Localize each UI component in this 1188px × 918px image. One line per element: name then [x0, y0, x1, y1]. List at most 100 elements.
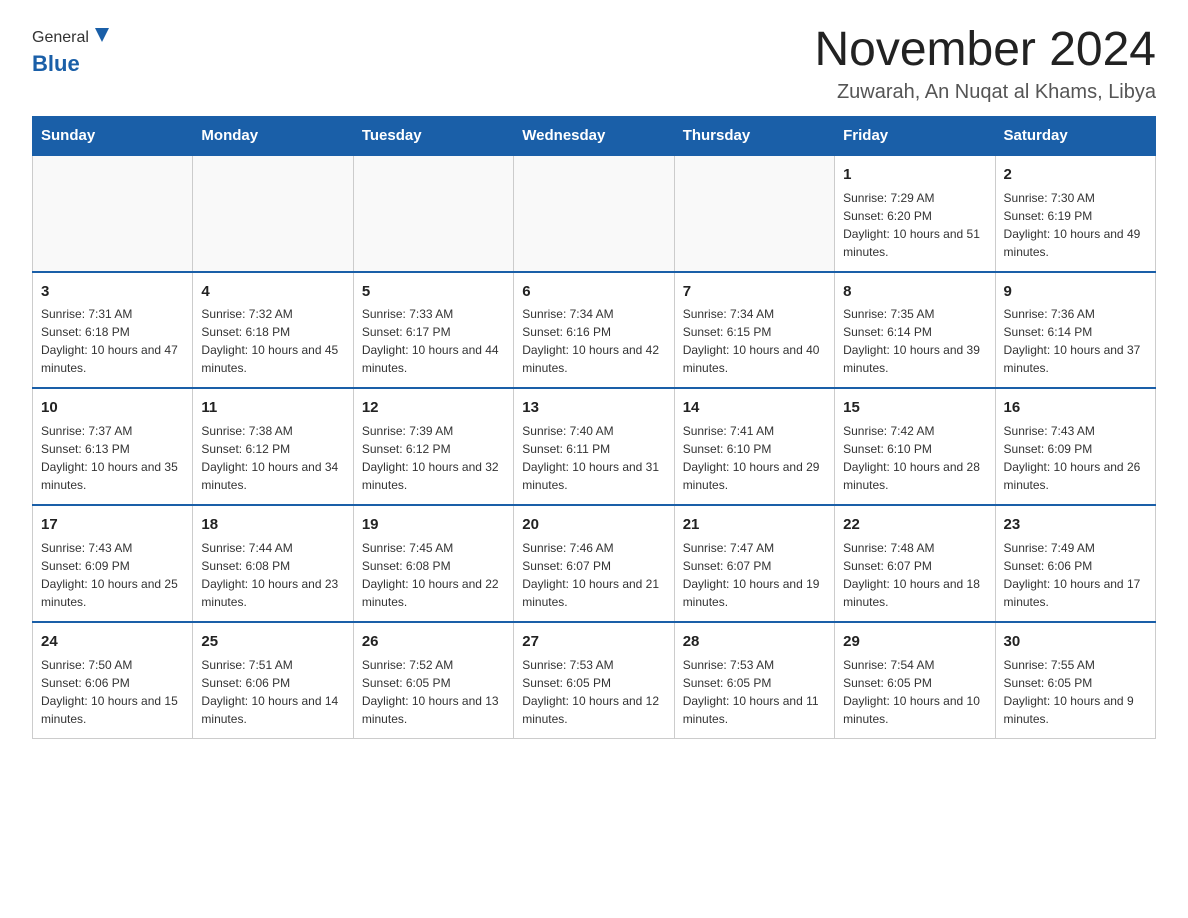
logo-general-text: General: [32, 29, 89, 47]
day-number: 9: [1004, 281, 1147, 303]
day-info: Sunrise: 7:29 AMSunset: 6:20 PMDaylight:…: [843, 189, 986, 261]
location-title: Zuwarah, An Nuqat al Khams, Libya: [814, 81, 1156, 104]
calendar-cell: 15Sunrise: 7:42 AMSunset: 6:10 PMDayligh…: [835, 388, 995, 505]
calendar-cell: 22Sunrise: 7:48 AMSunset: 6:07 PMDayligh…: [835, 505, 995, 622]
calendar-cell: 9Sunrise: 7:36 AMSunset: 6:14 PMDaylight…: [995, 272, 1155, 389]
weekday-header-tuesday: Tuesday: [353, 116, 513, 155]
day-info: Sunrise: 7:50 AMSunset: 6:06 PMDaylight:…: [41, 656, 184, 728]
calendar-cell: 2Sunrise: 7:30 AMSunset: 6:19 PMDaylight…: [995, 155, 1155, 272]
day-info: Sunrise: 7:41 AMSunset: 6:10 PMDaylight:…: [683, 422, 826, 494]
day-number: 10: [41, 397, 184, 419]
calendar-cell: 19 Sunrise: 7:45 AMSunset: 6:08 PMDayligh…: [353, 505, 513, 622]
day-number: 27: [522, 631, 665, 653]
day-info: Sunrise: 7:34 AMSunset: 6:15 PMDaylight:…: [683, 305, 826, 377]
day-info: Sunrise: 7:43 AMSunset: 6:09 PMDaylight:…: [1004, 422, 1147, 494]
calendar-cell: 28 Sunrise: 7:53 AMSunset: 6:05 PMDayligh…: [674, 622, 834, 738]
calendar-cell: 16Sunrise: 7:43 AMSunset: 6:09 PMDayligh…: [995, 388, 1155, 505]
day-number: 5: [362, 281, 505, 303]
day-number: 2: [1004, 164, 1147, 186]
calendar-cell: [674, 155, 834, 272]
calendar-week-2: 3Sunrise: 7:31 AMSunset: 6:18 PMDaylight…: [33, 272, 1156, 389]
calendar-cell: 17 Sunrise: 7:43 AMSunset: 6:09 PMDayligh…: [33, 505, 193, 622]
calendar-cell: 30 Sunrise: 7:55 AMSunset: 6:05 PMDayligh…: [995, 622, 1155, 738]
day-info: Sunrise: 7:37 AMSunset: 6:13 PMDaylight:…: [41, 422, 184, 494]
day-info: Sunrise: 7:54 AMSunset: 6:05 PMDaylight:…: [843, 656, 986, 728]
weekday-header-monday: Monday: [193, 116, 353, 155]
day-info: Sunrise: 7:39 AMSunset: 6:12 PMDaylight:…: [362, 422, 505, 494]
calendar-cell: 21 Sunrise: 7:47 AMSunset: 6:07 PMDayligh…: [674, 505, 834, 622]
day-number: 6: [522, 281, 665, 303]
calendar-cell: [193, 155, 353, 272]
day-number: 24: [41, 631, 184, 653]
day-info: Sunrise: 7:33 AMSunset: 6:17 PMDaylight:…: [362, 305, 505, 377]
day-info: Sunrise: 7:40 AMSunset: 6:11 PMDaylight:…: [522, 422, 665, 494]
calendar-cell: 6Sunrise: 7:34 AMSunset: 6:16 PMDaylight…: [514, 272, 674, 389]
logo: General Blue: [32, 24, 113, 77]
calendar-cell: 20 Sunrise: 7:46 AMSunset: 6:07 PMDayligh…: [514, 505, 674, 622]
title-section: November 2024 Zuwarah, An Nuqat al Khams…: [814, 24, 1156, 104]
day-number: 8: [843, 281, 986, 303]
day-info: Sunrise: 7:43 AMSunset: 6:09 PMDaylight:…: [41, 539, 184, 611]
day-info: Sunrise: 7:44 AMSunset: 6:08 PMDaylight:…: [201, 539, 344, 611]
calendar-cell: [33, 155, 193, 272]
day-info: Sunrise: 7:53 AMSunset: 6:05 PMDaylight:…: [522, 656, 665, 728]
day-number: 29: [843, 631, 986, 653]
day-info: Sunrise: 7:51 AMSunset: 6:06 PMDaylight:…: [201, 656, 344, 728]
day-info: Sunrise: 7:34 AMSunset: 6:16 PMDaylight:…: [522, 305, 665, 377]
day-number: 21: [683, 514, 826, 536]
calendar-cell: 8Sunrise: 7:35 AMSunset: 6:14 PMDaylight…: [835, 272, 995, 389]
day-number: 15: [843, 397, 986, 419]
day-info: Sunrise: 7:47 AMSunset: 6:07 PMDaylight:…: [683, 539, 826, 611]
calendar-cell: 11Sunrise: 7:38 AMSunset: 6:12 PMDayligh…: [193, 388, 353, 505]
day-info: Sunrise: 7:52 AMSunset: 6:05 PMDaylight:…: [362, 656, 505, 728]
day-number: 14: [683, 397, 826, 419]
day-number: 1: [843, 164, 986, 186]
calendar-cell: 4Sunrise: 7:32 AMSunset: 6:18 PMDaylight…: [193, 272, 353, 389]
day-info: Sunrise: 7:35 AMSunset: 6:14 PMDaylight:…: [843, 305, 986, 377]
day-number: 18: [201, 514, 344, 536]
calendar-cell: 29 Sunrise: 7:54 AMSunset: 6:05 PMDayligh…: [835, 622, 995, 738]
calendar-header-row: SundayMondayTuesdayWednesdayThursdayFrid…: [33, 116, 1156, 155]
weekday-header-sunday: Sunday: [33, 116, 193, 155]
calendar-cell: [514, 155, 674, 272]
calendar-cell: 27 Sunrise: 7:53 AMSunset: 6:05 PMDayligh…: [514, 622, 674, 738]
calendar-table: SundayMondayTuesdayWednesdayThursdayFrid…: [32, 116, 1156, 739]
day-number: 4: [201, 281, 344, 303]
day-info: Sunrise: 7:45 AMSunset: 6:08 PMDaylight:…: [362, 539, 505, 611]
calendar-week-5: 24 Sunrise: 7:50 AMSunset: 6:06 PMDayligh…: [33, 622, 1156, 738]
day-number: 19: [362, 514, 505, 536]
day-number: 23: [1004, 514, 1147, 536]
day-number: 17: [41, 514, 184, 536]
calendar-cell: 26Sunrise: 7:52 AMSunset: 6:05 PMDayligh…: [353, 622, 513, 738]
day-info: Sunrise: 7:53 AMSunset: 6:05 PMDaylight:…: [683, 656, 826, 728]
calendar-cell: 13 Sunrise: 7:40 AMSunset: 6:11 PMDayligh…: [514, 388, 674, 505]
logo-blue-text: Blue: [32, 51, 80, 77]
weekday-header-friday: Friday: [835, 116, 995, 155]
day-number: 12: [362, 397, 505, 419]
day-number: 20: [522, 514, 665, 536]
month-title: November 2024: [814, 24, 1156, 77]
day-number: 7: [683, 281, 826, 303]
calendar-cell: 23 Sunrise: 7:49 AMSunset: 6:06 PMDayligh…: [995, 505, 1155, 622]
day-number: 3: [41, 281, 184, 303]
calendar-cell: 1 Sunrise: 7:29 AMSunset: 6:20 PMDaylight…: [835, 155, 995, 272]
logo-triangle-icon: [91, 24, 113, 46]
day-number: 30: [1004, 631, 1147, 653]
day-info: Sunrise: 7:38 AMSunset: 6:12 PMDaylight:…: [201, 422, 344, 494]
day-number: 28: [683, 631, 826, 653]
calendar-cell: 24 Sunrise: 7:50 AMSunset: 6:06 PMDayligh…: [33, 622, 193, 738]
weekday-header-saturday: Saturday: [995, 116, 1155, 155]
day-info: Sunrise: 7:32 AMSunset: 6:18 PMDaylight:…: [201, 305, 344, 377]
calendar-week-4: 17 Sunrise: 7:43 AMSunset: 6:09 PMDayligh…: [33, 505, 1156, 622]
calendar-week-3: 10 Sunrise: 7:37 AMSunset: 6:13 PMDayligh…: [33, 388, 1156, 505]
calendar-cell: 18 Sunrise: 7:44 AMSunset: 6:08 PMDayligh…: [193, 505, 353, 622]
weekday-header-thursday: Thursday: [674, 116, 834, 155]
calendar-cell: 5Sunrise: 7:33 AMSunset: 6:17 PMDaylight…: [353, 272, 513, 389]
calendar-cell: 10 Sunrise: 7:37 AMSunset: 6:13 PMDayligh…: [33, 388, 193, 505]
day-info: Sunrise: 7:49 AMSunset: 6:06 PMDaylight:…: [1004, 539, 1147, 611]
day-info: Sunrise: 7:46 AMSunset: 6:07 PMDaylight:…: [522, 539, 665, 611]
day-info: Sunrise: 7:55 AMSunset: 6:05 PMDaylight:…: [1004, 656, 1147, 728]
weekday-header-wednesday: Wednesday: [514, 116, 674, 155]
day-number: 13: [522, 397, 665, 419]
calendar-cell: 3Sunrise: 7:31 AMSunset: 6:18 PMDaylight…: [33, 272, 193, 389]
